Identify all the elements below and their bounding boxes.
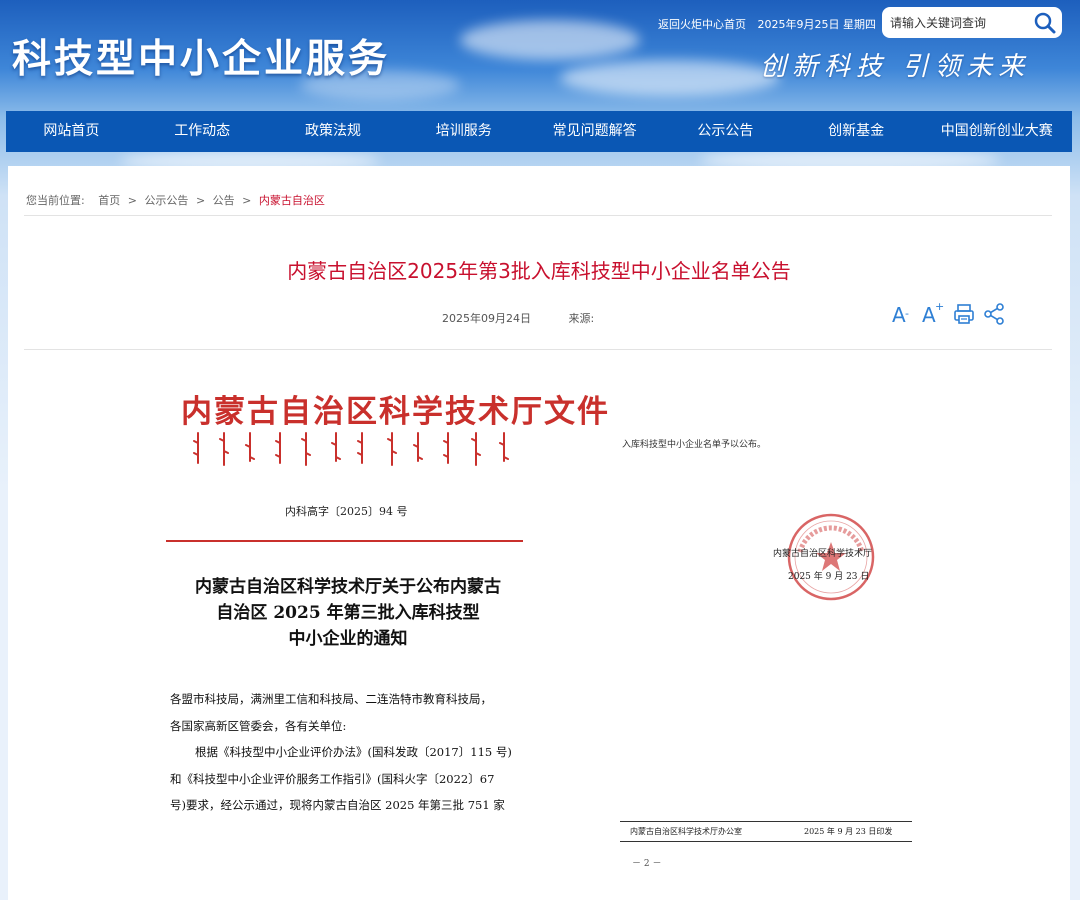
breadcrumb-announcements[interactable]: 公示公告 <box>144 194 188 207</box>
document-title: 内蒙古自治区科学技术厅关于公布内蒙古 自治区 2025 年第三批入库科技型 中小… <box>168 574 528 652</box>
slogan: 创新科技 引领未来 <box>760 52 1031 82</box>
nav-item-announcements[interactable]: 公示公告 <box>660 111 791 152</box>
breadcrumb-separator: > <box>242 194 252 207</box>
main-nav: 网站首页 工作动态 政策法规 培训服务 常见问题解答 公示公告 创新基金 中国创… <box>6 111 1072 152</box>
font-decrease-icon[interactable]: A - <box>892 303 916 329</box>
publish-date: 2025年09月24日 <box>442 312 531 325</box>
breadcrumb-prefix: 您当前位置: <box>26 194 85 207</box>
nav-item-competition[interactable]: 中国创新创业大赛 <box>922 111 1072 152</box>
document-image: 内蒙古自治区科学技术厅文件 内科高字〔2025〕94 号 内蒙古自治区科学技术厅… <box>8 364 1070 900</box>
search-input[interactable] <box>890 7 1030 38</box>
breadcrumb: 您当前位置: 首页 > 公示公告 > 公告 > 内蒙古自治区 <box>26 192 325 208</box>
breadcrumb-current[interactable]: 内蒙古自治区 <box>259 194 325 207</box>
document-right-text: 入库科技型中小企业名单予以公布。 <box>622 440 767 450</box>
font-increase-plus: + <box>935 300 945 313</box>
nav-item-training[interactable]: 培训服务 <box>398 111 529 152</box>
footer-print-date: 2025 年 9 月 23 日印发 <box>804 827 893 836</box>
article-tools: A - A + <box>892 300 1006 330</box>
share-icon[interactable] <box>982 302 1006 330</box>
document-title-line: 自治区 2025 年第三批入库科技型 <box>216 603 480 623</box>
document-body-line: 各国家高新区管委会，各有关单位: <box>170 718 347 733</box>
document-number: 内科高字〔2025〕94 号 <box>285 505 408 518</box>
footer-rule <box>620 821 912 822</box>
source-label: 来源: <box>568 312 595 325</box>
document-body: 各盟市科技局，满洲里工信和科技局、二连浩特市教育科技局， 各国家高新区管委会，各… <box>170 686 540 819</box>
signature-date: 2025 年 9 月 23 日 <box>788 572 870 582</box>
top-links: 返回火炬中心首页 2025年9月25日 星期四 <box>658 16 884 32</box>
cloud-decoration <box>460 20 640 60</box>
cloud-decoration <box>560 60 780 96</box>
divider <box>24 215 1052 216</box>
document-title-line: 内蒙古自治区科学技术厅关于公布内蒙古 <box>195 577 501 597</box>
footer-rule <box>620 841 912 842</box>
site-title: 科技型中小企业服务 <box>12 36 391 82</box>
nav-item-innovation-fund[interactable]: 创新基金 <box>791 111 922 152</box>
document-body-line: 各盟市科技局，满洲里工信和科技局、二连浩特市教育科技局， <box>170 692 492 706</box>
document-header: 内蒙古自治区科学技术厅文件 <box>181 394 610 430</box>
nav-item-policies[interactable]: 政策法规 <box>268 111 399 152</box>
search-box <box>882 7 1062 38</box>
article-title: 内蒙古自治区2025年第3批入库科技型中小企业名单公告 <box>287 259 791 283</box>
page-number: － 2 － <box>632 859 662 869</box>
breadcrumb-separator: > <box>195 194 206 207</box>
document-body-line: 和《科技型中小企业评价服务工作指引》(国科火字〔2022〕67 <box>170 771 495 786</box>
article-meta: 2025年09月24日 来源: <box>442 310 628 326</box>
current-date: 2025年9月25日 星期四 <box>757 18 877 31</box>
print-icon[interactable] <box>952 302 976 330</box>
search-icon[interactable] <box>1032 10 1058 36</box>
breadcrumb-separator: > <box>127 194 137 207</box>
mongolian-script-decoration <box>193 432 509 466</box>
document-body-line: 根据《科技型中小企业评价办法》(国科发政〔2017〕115 号) <box>195 745 512 759</box>
breadcrumb-home[interactable]: 首页 <box>98 194 120 207</box>
document-body-line: 号)要求，经公示通过，现将内蒙古自治区 2025 年第三批 751 家 <box>170 798 505 812</box>
nav-item-home[interactable]: 网站首页 <box>6 111 137 152</box>
document-red-line <box>166 540 523 542</box>
font-decrease-label: A <box>892 303 906 327</box>
document-title-line: 中小企业的通知 <box>288 629 408 649</box>
font-increase-label: A <box>922 303 936 327</box>
divider <box>24 349 1052 350</box>
footer-office: 内蒙古自治区科学技术厅办公室 <box>630 827 742 836</box>
nav-item-work-news[interactable]: 工作动态 <box>137 111 268 152</box>
return-home-link[interactable]: 返回火炬中心首页 <box>658 18 746 31</box>
font-increase-icon[interactable]: A + <box>922 300 946 329</box>
nav-item-faq[interactable]: 常见问题解答 <box>529 111 660 152</box>
breadcrumb-notice[interactable]: 公告 <box>213 194 235 207</box>
signature-org: 内蒙古自治区科学技术厅 <box>773 549 873 559</box>
